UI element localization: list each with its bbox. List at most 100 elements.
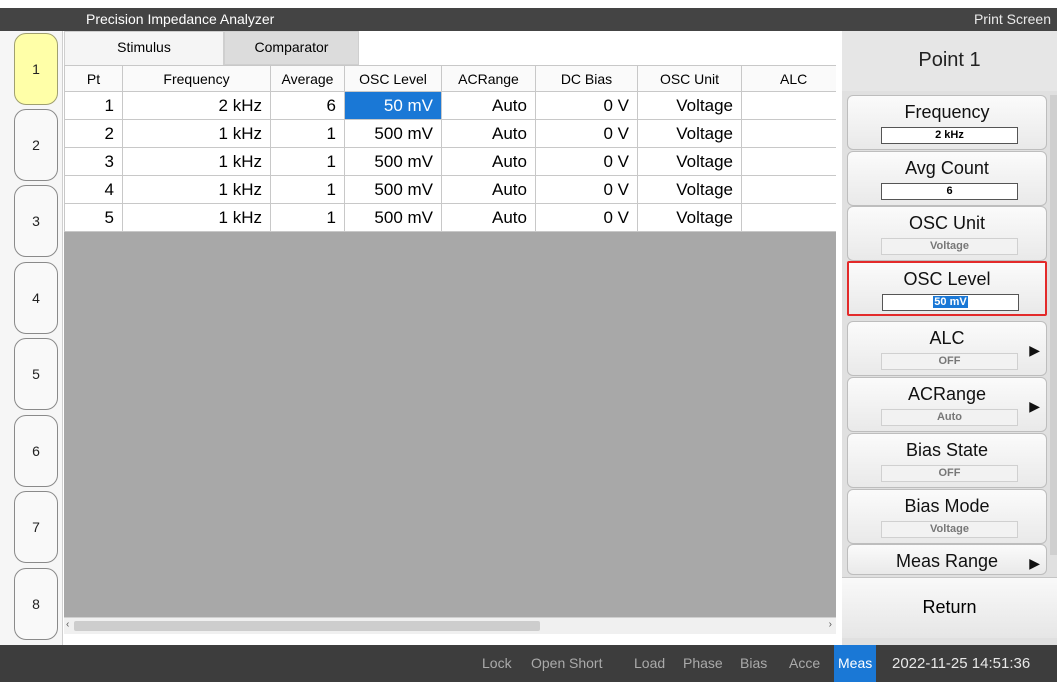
print-screen-button[interactable]: Print Screen [974, 11, 1051, 27]
status-phase[interactable]: Phase [683, 655, 723, 671]
cell-pt[interactable]: 2 [64, 119, 123, 148]
bias-mode-softkey[interactable]: Bias Mode Voltage [847, 489, 1047, 544]
col-header-pt[interactable]: Pt [64, 65, 123, 92]
cell-alc[interactable]: O [741, 91, 836, 120]
cell-osc-level[interactable]: 500 mV [344, 147, 442, 176]
cell-osc-unit[interactable]: Voltage [637, 147, 742, 176]
cell-alc[interactable]: O [741, 175, 836, 204]
cell-acrange[interactable]: Auto [441, 91, 536, 120]
col-header-osc-unit[interactable]: OSC Unit [637, 65, 742, 92]
scroll-right-icon[interactable]: › [829, 619, 832, 630]
status-acce[interactable]: Acce [789, 655, 820, 671]
cell-dc-bias[interactable]: 0 V [535, 91, 638, 120]
point-tab-3[interactable]: 3 [14, 185, 58, 257]
cell-acrange[interactable]: Auto [441, 175, 536, 204]
point-tab-5[interactable]: 5 [14, 338, 58, 410]
alc-softkey[interactable]: ALC OFF ▶ [847, 321, 1047, 376]
cell-osc-unit[interactable]: Voltage [637, 175, 742, 204]
status-bias[interactable]: Bias [740, 655, 767, 671]
cell-pt[interactable]: 3 [64, 147, 123, 176]
horizontal-scrollbar[interactable]: ‹ › [64, 617, 836, 634]
softkey-label: Avg Count [905, 158, 989, 178]
point-tab-2[interactable]: 2 [14, 109, 58, 181]
status-load[interactable]: Load [634, 655, 665, 671]
cell-osc-level[interactable]: 500 mV [344, 203, 442, 232]
cell-osc-unit[interactable]: Voltage [637, 203, 742, 232]
table-row[interactable]: 1 2 kHz 6 50 mV Auto 0 V Voltage O [64, 91, 836, 120]
cell-pt[interactable]: 1 [64, 91, 123, 120]
cell-osc-level[interactable]: 500 mV [344, 175, 442, 204]
col-header-frequency[interactable]: Frequency [122, 65, 271, 92]
cell-alc[interactable]: O [741, 203, 836, 232]
table-row[interactable]: 2 1 kHz 1 500 mV Auto 0 V Voltage O [64, 119, 836, 148]
status-meas[interactable]: Meas [834, 645, 877, 682]
cell-osc-level[interactable]: 500 mV [344, 119, 442, 148]
point-tab-7[interactable]: 7 [14, 491, 58, 563]
scroll-left-icon[interactable]: ‹ [66, 619, 69, 630]
stimulus-table-area: Pt Frequency Average OSC Level ACRange D… [64, 65, 836, 633]
cell-average[interactable]: 1 [270, 175, 345, 204]
status-short[interactable]: Short [569, 655, 602, 671]
cell-alc[interactable]: O [741, 147, 836, 176]
frequency-field[interactable]: 2 kHz [881, 127, 1018, 144]
cell-osc-level-selected[interactable]: 50 mV [344, 91, 442, 120]
frequency-softkey[interactable]: Frequency 2 kHz [847, 95, 1047, 150]
point-tab-6[interactable]: 6 [14, 415, 58, 487]
cell-frequency[interactable]: 1 kHz [122, 119, 271, 148]
tab-strip: Stimulus Comparator [64, 31, 842, 65]
softkey-label: Meas Range [895, 551, 999, 571]
softkey-label: OSC Level [903, 269, 991, 289]
osc-unit-softkey[interactable]: OSC Unit Voltage [847, 206, 1047, 261]
point-header: Point 1 [842, 31, 1057, 91]
cell-frequency[interactable]: 2 kHz [122, 91, 271, 120]
cell-pt[interactable]: 5 [64, 203, 123, 232]
cell-frequency[interactable]: 1 kHz [122, 203, 271, 232]
acrange-softkey[interactable]: ACRange Auto ▶ [847, 377, 1047, 432]
cell-average[interactable]: 1 [270, 119, 345, 148]
cell-acrange[interactable]: Auto [441, 203, 536, 232]
cell-dc-bias[interactable]: 0 V [535, 175, 638, 204]
table-row[interactable]: 3 1 kHz 1 500 mV Auto 0 V Voltage O [64, 147, 836, 176]
cell-dc-bias[interactable]: 0 V [535, 119, 638, 148]
softkey-label: Bias Mode [904, 496, 990, 516]
col-header-alc[interactable]: ALC [741, 65, 836, 92]
softkey-scrollbar[interactable] [1050, 95, 1057, 555]
osc-level-field[interactable]: 50 mV [882, 294, 1019, 311]
osc-level-softkey[interactable]: OSC Level 50 mV [847, 261, 1047, 316]
cell-average[interactable]: 1 [270, 147, 345, 176]
cell-acrange[interactable]: Auto [441, 147, 536, 176]
col-header-acrange[interactable]: ACRange [441, 65, 536, 92]
status-bar: Lock Open Short Load Phase Bias Acce Mea… [0, 645, 1057, 682]
point-tab-8[interactable]: 8 [14, 568, 58, 640]
col-header-average[interactable]: Average [270, 65, 345, 92]
table-header-row: Pt Frequency Average OSC Level ACRange D… [64, 65, 836, 92]
cell-alc[interactable]: O [741, 119, 836, 148]
cell-average[interactable]: 1 [270, 203, 345, 232]
cell-osc-unit[interactable]: Voltage [637, 119, 742, 148]
table-row[interactable]: 5 1 kHz 1 500 mV Auto 0 V Voltage O [64, 203, 836, 232]
cell-pt[interactable]: 4 [64, 175, 123, 204]
cell-dc-bias[interactable]: 0 V [535, 147, 638, 176]
avg-count-softkey[interactable]: Avg Count 6 [847, 151, 1047, 206]
cell-frequency[interactable]: 1 kHz [122, 147, 271, 176]
scrollbar-thumb[interactable] [74, 621, 540, 631]
avg-count-field[interactable]: 6 [881, 183, 1018, 200]
stimulus-table: Pt Frequency Average OSC Level ACRange D… [64, 65, 836, 232]
return-button[interactable]: Return [842, 577, 1057, 638]
status-lock[interactable]: Lock [482, 655, 512, 671]
point-tab-1[interactable]: 1 [14, 33, 58, 105]
tab-comparator[interactable]: Comparator [224, 31, 359, 65]
bias-state-softkey[interactable]: Bias State OFF [847, 433, 1047, 488]
col-header-dc-bias[interactable]: DC Bias [535, 65, 638, 92]
cell-average[interactable]: 6 [270, 91, 345, 120]
cell-osc-unit[interactable]: Voltage [637, 91, 742, 120]
meas-range-softkey[interactable]: Meas Range ▶ [847, 544, 1047, 575]
cell-acrange[interactable]: Auto [441, 119, 536, 148]
table-row[interactable]: 4 1 kHz 1 500 mV Auto 0 V Voltage O [64, 175, 836, 204]
cell-frequency[interactable]: 1 kHz [122, 175, 271, 204]
tab-stimulus[interactable]: Stimulus [64, 31, 224, 65]
col-header-osc-level[interactable]: OSC Level [344, 65, 442, 92]
cell-dc-bias[interactable]: 0 V [535, 203, 638, 232]
status-open[interactable]: Open [531, 655, 565, 671]
point-tab-4[interactable]: 4 [14, 262, 58, 334]
